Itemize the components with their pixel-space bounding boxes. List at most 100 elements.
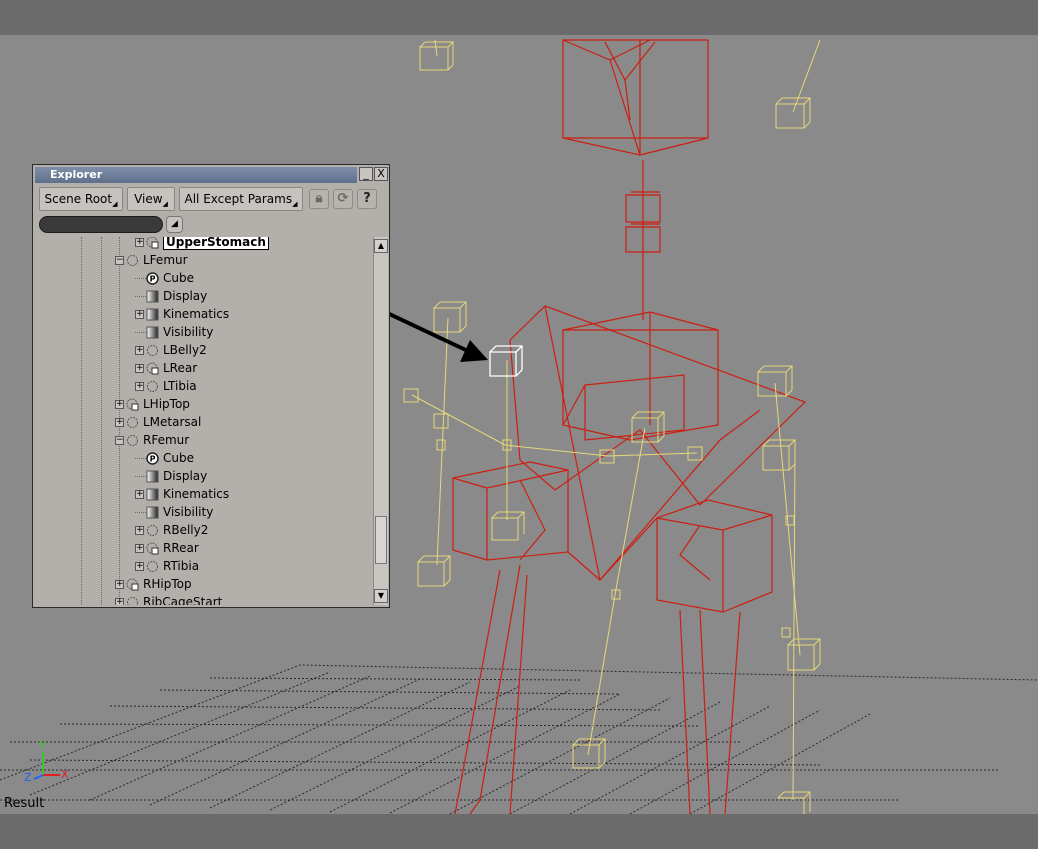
explorer-tree[interactable]: + UpperStomach − LFemur P Cube Display + Kinemat… (35, 237, 371, 605)
tree-row-label: Kinematics (163, 307, 230, 321)
help-icon[interactable]: ? (357, 189, 377, 209)
svg-text:P: P (150, 455, 156, 464)
top-bar (0, 0, 1038, 35)
filter-mode-button[interactable]: All Except Params◢ (179, 187, 303, 211)
tree-row[interactable]: + RHipTop (115, 575, 192, 593)
tree-row-label: LBelly2 (163, 343, 207, 357)
tree-row[interactable]: − RFemur (115, 431, 189, 449)
tree-row-label: Cube (163, 271, 194, 285)
tree-row-label: Kinematics (163, 487, 230, 501)
dropdown-arrow-icon: ◢ (292, 200, 298, 208)
tree-row[interactable]: Display (135, 467, 207, 485)
expand-toggle-icon[interactable]: + (135, 526, 144, 535)
expand-toggle-icon[interactable]: + (115, 400, 124, 409)
null-connections (411, 39, 821, 801)
expand-toggle-icon[interactable]: + (115, 418, 124, 427)
search-input[interactable] (39, 216, 163, 233)
expand-toggle-icon[interactable]: + (135, 238, 144, 247)
tree-row[interactable]: + UpperStomach (135, 237, 269, 251)
result-label: Result (4, 796, 45, 811)
primitive-icon: P (146, 452, 159, 465)
null-icon (126, 398, 139, 411)
tree-row[interactable]: + LHipTop (115, 395, 190, 413)
scroll-thumb[interactable] (375, 516, 387, 564)
expand-toggle-icon[interactable]: + (115, 580, 124, 589)
collapse-toggle-icon[interactable]: − (115, 256, 124, 265)
filter-mode-label: All Except Params (184, 192, 293, 206)
close-button[interactable]: X (374, 167, 388, 181)
bone-icon (146, 344, 159, 357)
bone-icon (126, 596, 139, 605)
tree-row[interactable]: + RibCageStart (115, 593, 222, 605)
tree-row-label: RRear (163, 541, 199, 555)
explorer-title-bar[interactable]: Explorer (35, 167, 357, 183)
expand-toggle-icon[interactable]: + (135, 346, 144, 355)
tree-row-label: LTibia (163, 379, 197, 393)
expand-toggle-icon[interactable]: + (135, 364, 144, 373)
tree-connector (135, 476, 146, 477)
property-icon (146, 290, 159, 303)
bone-icon (146, 524, 159, 537)
tree-row-label: RHipTop (143, 577, 192, 591)
scroll-up-button[interactable]: ▲ (374, 239, 388, 253)
tree-row[interactable]: Visibility (135, 503, 213, 521)
tree-row[interactable]: + Kinematics (135, 485, 229, 503)
scroll-down-button[interactable]: ▼ (374, 589, 388, 603)
minimize-button[interactable]: _ (359, 167, 373, 181)
tree-connector (135, 332, 146, 333)
expand-toggle-icon[interactable]: + (135, 562, 144, 571)
expand-toggle-icon[interactable]: + (115, 598, 124, 605)
collapse-toggle-icon[interactable]: − (115, 436, 124, 445)
expand-toggle-icon[interactable]: + (135, 490, 144, 499)
refresh-icon[interactable]: ⟳ (333, 189, 353, 209)
null-icon (146, 237, 159, 249)
tree-row[interactable]: + LTibia (135, 377, 197, 395)
tree-row[interactable]: + Kinematics (135, 305, 229, 323)
tree-row-label: RFemur (143, 433, 190, 447)
tree-row[interactable]: + LMetarsal (115, 413, 201, 431)
tree-row[interactable]: + LRear (135, 359, 197, 377)
primitive-icon: P (146, 272, 159, 285)
tree-row[interactable]: + LBelly2 (135, 341, 207, 359)
property-icon (146, 488, 159, 501)
tree-row-label: Display (163, 469, 208, 483)
tree-row[interactable]: P Cube (135, 449, 194, 467)
tree-row[interactable]: Visibility (135, 323, 213, 341)
null-icon (126, 578, 139, 591)
property-icon (146, 326, 159, 339)
tree-row-label: Visibility (163, 505, 214, 519)
explorer-window[interactable]: Explorer _ X Scene Root◢ View◢ All Excep… (32, 164, 390, 608)
property-icon (146, 470, 159, 483)
view-button[interactable]: View◢ (127, 187, 175, 211)
dropdown-arrow-icon: ◢ (162, 200, 168, 208)
property-icon (146, 506, 159, 519)
bone-icon (146, 380, 159, 393)
bone-icon (146, 560, 159, 573)
selected-null-cube (489, 345, 523, 377)
tree-row[interactable]: − LFemur (115, 251, 188, 269)
tree-row-label: RTibia (163, 559, 200, 573)
dropdown-arrow-icon: ◢ (112, 200, 118, 208)
filter-arrow-button[interactable]: ◢ (166, 216, 183, 233)
svg-text:P: P (150, 275, 156, 284)
tree-row-label: UpperStomach (163, 237, 269, 250)
tree-row[interactable]: Display (135, 287, 207, 305)
expand-toggle-icon[interactable]: + (135, 310, 144, 319)
z-axis-label: Z (24, 771, 32, 784)
y-axis-label: Y (39, 739, 46, 752)
tree-scrollbar[interactable]: ▲ ▼ (373, 237, 388, 605)
tree-connector (135, 512, 146, 513)
tree-row[interactable]: + RRear (135, 539, 199, 557)
tree-row[interactable]: + RBelly2 (135, 521, 208, 539)
tree-row-label: Visibility (163, 325, 214, 339)
expand-toggle-icon[interactable]: + (135, 544, 144, 553)
tree-row-label: Display (163, 289, 208, 303)
tree-row[interactable]: + RTibia (135, 557, 199, 575)
lock-icon[interactable]: 🔒︎ (309, 189, 329, 209)
tree-connector (135, 278, 146, 279)
scene-root-button[interactable]: Scene Root◢ (39, 187, 123, 211)
tree-row-label: LMetarsal (143, 415, 202, 429)
expand-toggle-icon[interactable]: + (135, 382, 144, 391)
tree-row-label: LFemur (143, 253, 188, 267)
tree-row[interactable]: P Cube (135, 269, 194, 287)
